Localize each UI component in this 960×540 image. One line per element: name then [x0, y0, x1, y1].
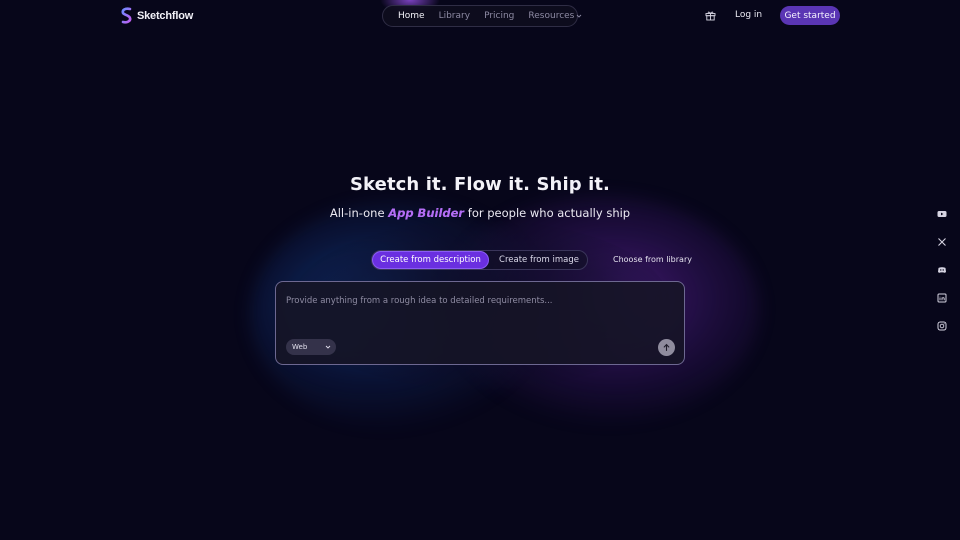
nav-item-library[interactable]: Library: [432, 11, 477, 21]
discord-glyph: [938, 267, 946, 273]
hero-title: Sketch it. Flow it. Ship it.: [349, 174, 610, 195]
prompt-input[interactable]: [286, 292, 674, 310]
chevron-down-icon: [577, 14, 582, 18]
logo-link[interactable]: Sketchflow: [120, 7, 193, 24]
linkedin-glyph: [937, 293, 947, 303]
hero-subtitle: All-in-one App Builder for people who ac…: [0, 206, 960, 220]
instagram-icon[interactable]: [937, 321, 947, 331]
send-button[interactable]: [658, 339, 675, 356]
youtube-icon[interactable]: [937, 209, 947, 219]
tab-create-from-description[interactable]: Create from description: [372, 251, 489, 269]
page: Sketchflow Home Library Pricing Resource…: [0, 0, 960, 540]
brand-name: Sketchflow: [137, 9, 194, 22]
get-started-button[interactable]: Get started: [780, 6, 840, 25]
nav-item-resources-label: Resources: [528, 11, 575, 21]
main-nav: Home Library Pricing Resources: [382, 5, 582, 27]
platform-select[interactable]: Web: [286, 339, 336, 355]
platform-select-value: Web: [292, 343, 308, 351]
youtube-glyph: [937, 211, 947, 217]
x-glyph: [938, 238, 946, 246]
choose-from-library-link[interactable]: Choose from library: [613, 255, 692, 264]
gift-icon[interactable]: [705, 10, 716, 21]
hero-subtitle-accent: App Builder: [388, 206, 465, 220]
nav-item-home[interactable]: Home: [391, 11, 432, 21]
nav-item-resources[interactable]: Resources: [521, 11, 589, 21]
header: Sketchflow Home Library Pricing Resource…: [0, 0, 960, 32]
sketchflow-logo-icon: [121, 7, 132, 24]
arrow-up-icon: [663, 343, 670, 352]
tab-create-from-image[interactable]: Create from image: [492, 251, 586, 269]
prompt-box: Web: [275, 281, 685, 365]
login-link[interactable]: Log in: [735, 10, 762, 20]
hero-subtitle-prefix: All-in-one: [329, 206, 385, 220]
nav-item-pricing[interactable]: Pricing: [477, 11, 521, 21]
discord-icon[interactable]: [937, 265, 947, 275]
instagram-glyph: [937, 321, 947, 331]
linkedin-icon[interactable]: [937, 293, 947, 303]
hero-subtitle-suffix: for people who actually ship: [467, 206, 631, 220]
x-icon[interactable]: [937, 237, 947, 247]
chevron-down-icon: [325, 345, 331, 349]
create-mode-tabs: Create from description Create from imag…: [371, 250, 588, 270]
